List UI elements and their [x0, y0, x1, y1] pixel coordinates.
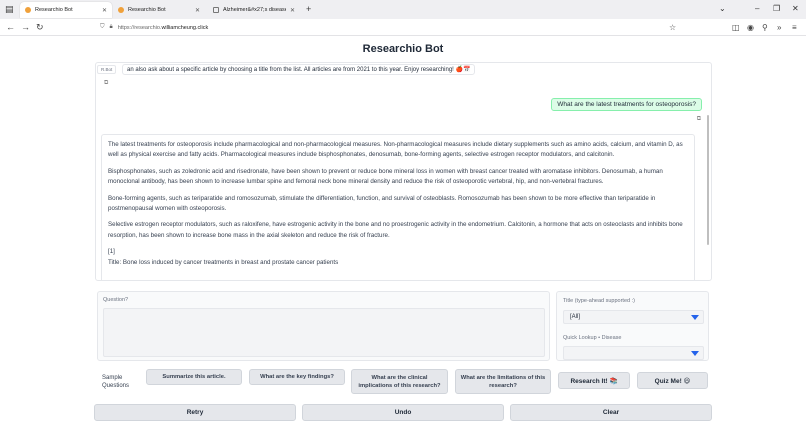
- answer-paragraph: The latest treatments for osteoporosis i…: [108, 141, 683, 159]
- reload-icon[interactable]: ↻: [36, 22, 44, 33]
- account-icon[interactable]: ◉: [747, 22, 754, 33]
- close-icon[interactable]: ✕: [102, 7, 107, 14]
- tab-label: Researchio Bot: [35, 7, 73, 13]
- maximize-icon[interactable]: ❐: [773, 4, 780, 14]
- title-label: Title (type-ahead supported :): [563, 298, 635, 304]
- research-it-button[interactable]: Research It! 📚: [558, 372, 630, 389]
- retry-button[interactable]: Retry: [94, 404, 296, 421]
- minimize-icon[interactable]: –: [755, 4, 759, 14]
- close-icon[interactable]: ✕: [290, 7, 295, 14]
- tab-label: Researchio Bot: [128, 7, 166, 13]
- sample-clinical-implications-button[interactable]: What are the clinical implications of th…: [351, 369, 448, 394]
- quiz-me-button[interactable]: Quiz Me! 😃: [637, 372, 708, 389]
- chatbot-label: R.Bot: [97, 65, 117, 74]
- filter-panel: Title (type-ahead supported :) [All] Qui…: [556, 291, 709, 361]
- url-text: https://researchio.williamcheung.click: [117, 24, 209, 31]
- tab-researchio-1[interactable]: Researchio Bot ✕: [20, 2, 112, 18]
- shield-icon: ⛉: [100, 24, 105, 30]
- question-panel: Question?: [97, 291, 550, 361]
- address-bar[interactable]: ⛉ 🔒︎ https://researchio.williamcheung.cl…: [96, 21, 684, 34]
- forward-icon[interactable]: →: [21, 22, 30, 33]
- copy-icon[interactable]: ⧉: [697, 116, 701, 123]
- question-label: Question?: [103, 297, 129, 303]
- browser-nav-bar: ← → ↻ ⛉ 🔒︎ https://researchio.williamche…: [0, 19, 806, 36]
- tab-list-icon[interactable]: ⌄: [719, 4, 726, 14]
- back-icon[interactable]: ←: [6, 22, 15, 33]
- sample-key-findings-button[interactable]: What are the key findings?: [249, 369, 345, 385]
- title-dropdown[interactable]: [All]: [563, 310, 704, 324]
- browser-tab-bar: ▤ Researchio Bot ✕ Researchio Bot ✕ Alzh…: [0, 0, 806, 19]
- new-tab-icon[interactable]: +: [306, 4, 311, 14]
- disease-lookup-dropdown[interactable]: [563, 346, 704, 360]
- chevron-down-icon: [691, 315, 699, 320]
- page-favicon: [213, 7, 219, 13]
- bookmark-star-icon[interactable]: ☆: [669, 22, 676, 33]
- tab-overview-icon[interactable]: ▤: [5, 4, 14, 14]
- tab-alzheimers[interactable]: Alzheimer&#x27;s disease · ✕: [208, 2, 300, 18]
- user-message: What are the latest treatments for osteo…: [551, 98, 702, 111]
- chat-scrollbar[interactable]: [707, 115, 709, 245]
- bot-answer: The latest treatments for osteoporosis i…: [101, 134, 695, 280]
- clear-button[interactable]: Clear: [510, 404, 712, 421]
- researchio-favicon: [118, 7, 124, 13]
- menu-icon[interactable]: ≡: [792, 22, 797, 33]
- researchio-favicon: [25, 7, 31, 13]
- answer-citation-number: [1]: [108, 248, 115, 256]
- answer-citation-title: Title: Bone loss induced by cancer treat…: [108, 258, 339, 266]
- chevron-down-icon: [691, 351, 699, 356]
- sample-summarize-button[interactable]: Summarize this article.: [146, 369, 242, 385]
- window-close-icon[interactable]: ✕: [792, 4, 799, 14]
- tab-researchio-2[interactable]: Researchio Bot ✕: [113, 2, 205, 18]
- copy-icon[interactable]: ⧉: [104, 80, 108, 87]
- undo-button[interactable]: Undo: [302, 404, 504, 421]
- pocket-icon[interactable]: ◫: [732, 22, 740, 33]
- bot-intro-message: an also ask about a specific article by …: [122, 64, 476, 75]
- extensions-icon[interactable]: ⚲: [762, 22, 768, 33]
- answer-paragraph: Selective estrogen receptor modulators, …: [108, 221, 683, 239]
- chat-window: R.Bot an also ask about a specific artic…: [95, 62, 712, 281]
- title-dropdown-value: [All]: [570, 314, 581, 320]
- tab-label: Alzheimer&#x27;s disease ·: [223, 7, 286, 13]
- close-icon[interactable]: ✕: [195, 7, 200, 14]
- question-input[interactable]: [103, 308, 545, 357]
- answer-paragraph: Bisphosphonates, such as zoledronic acid…: [108, 167, 663, 186]
- overflow-icon[interactable]: »: [777, 22, 781, 33]
- answer-paragraph: Bone-forming agents, such as teriparatid…: [108, 194, 656, 213]
- lookup-label: Quick Lookup • Disease: [563, 335, 622, 341]
- sample-limitations-button[interactable]: What are the limitations of this researc…: [455, 369, 551, 394]
- page-title: Researchio Bot: [362, 43, 444, 55]
- lock-icon: 🔒︎: [109, 24, 113, 30]
- sample-questions-label: Sample Questions: [102, 375, 130, 389]
